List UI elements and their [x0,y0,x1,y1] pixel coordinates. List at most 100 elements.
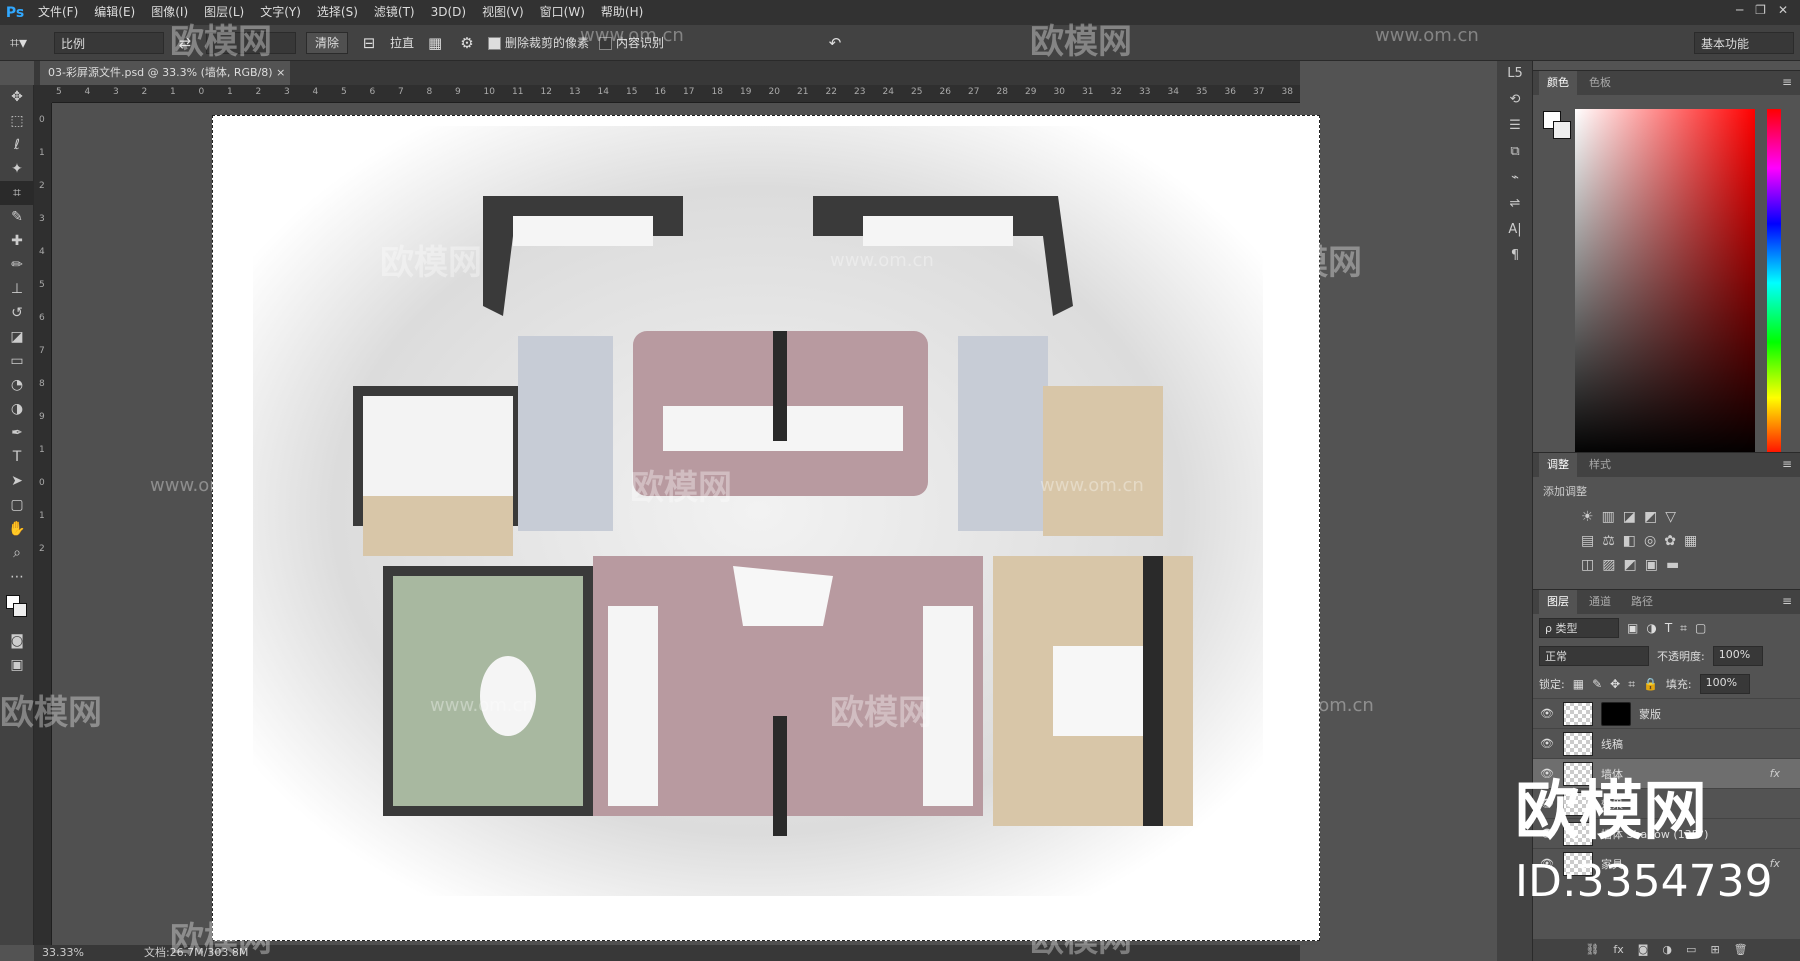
minimize-icon[interactable]: ─ [1736,0,1743,20]
blend-mode-select[interactable]: 正常 [1539,646,1649,666]
fill-input[interactable]: 100% [1699,674,1750,694]
quick-mask-icon[interactable]: ◙ [0,629,34,653]
crop-height-input[interactable] [206,31,296,54]
menu-window[interactable]: 窗口(W) [532,0,593,25]
tab-paths[interactable]: 路径 [1623,590,1661,614]
layer-kind-filter[interactable]: ρ 类型 [1539,618,1619,638]
checkbox-checked-icon[interactable] [488,37,502,50]
document-canvas[interactable] [212,115,1320,941]
lock-brush-icon[interactable]: ✎ [1592,677,1602,691]
properties-icon[interactable]: ☰ [1497,113,1533,139]
add-style-icon[interactable]: fx [1613,939,1623,961]
color-spectrum[interactable] [1575,109,1755,457]
swap-icon[interactable]: ⇄ [174,32,196,54]
type-tool-icon[interactable]: T [0,445,34,469]
zoom-level[interactable]: 33.33% [42,945,84,961]
background-color-swatch[interactable] [13,603,27,617]
path-select-tool-icon[interactable]: ➤ [0,469,34,493]
filter-adjust-icon[interactable]: ◑ [1646,621,1656,635]
eyedropper-tool-icon[interactable]: ✎ [0,205,34,229]
pen-tool-icon[interactable]: ✒ [0,421,34,445]
menu-filter[interactable]: 滤镜(T) [366,0,423,25]
gradient-map-icon[interactable]: ▬ [1666,557,1679,573]
workspace-select[interactable]: 基本功能 [1694,31,1794,54]
content-aware-checkbox[interactable]: 内容识别 [599,34,664,51]
crop-tool-icon[interactable]: ⌗ [0,181,34,205]
grid-overlay-icon[interactable]: ▦ [424,32,446,54]
stamp-tool-icon[interactable]: ⊥ [0,277,34,301]
blur-tool-icon[interactable]: ◔ [0,373,34,397]
eye-icon[interactable]: 👁 [1539,737,1555,750]
threshold-icon[interactable]: ◩ [1623,557,1636,573]
zoom-tool-icon[interactable]: ⌕ [0,541,34,565]
curves-icon[interactable]: ◪ [1623,509,1636,525]
more-tools-icon[interactable]: ⋯ [0,565,34,589]
lock-pixels-icon[interactable]: ▦ [1573,677,1584,691]
filter-smart-icon[interactable]: ▢ [1695,621,1706,635]
move-tool-icon[interactable]: ✥ [0,85,34,109]
delete-cropped-checkbox[interactable]: 删除裁剪的像素 [488,34,589,51]
posterize-icon[interactable]: ▨ [1602,557,1615,573]
menu-layer[interactable]: 图层(L) [196,0,252,25]
fx-badge[interactable]: fx [1770,767,1780,780]
close-icon[interactable]: ✕ [1778,0,1788,20]
dodge-tool-icon[interactable]: ◑ [0,397,34,421]
tab-channels[interactable]: 通道 [1581,590,1619,614]
hue-slider[interactable] [1767,109,1781,457]
tab-close-icon[interactable]: × [276,66,285,79]
menu-help[interactable]: 帮助(H) [593,0,651,25]
layer-row[interactable]: 👁 蒙版 [1533,698,1800,728]
menu-view[interactable]: 视图(V) [474,0,532,25]
channel-mixer-icon[interactable]: ✿ [1664,533,1676,549]
lasso-tool-icon[interactable]: ℓ [0,133,34,157]
marquee-tool-icon[interactable]: ⬚ [0,109,34,133]
history-icon[interactable]: L5 [1497,61,1533,87]
add-mask-icon[interactable]: ◙ [1638,939,1649,961]
photo-filter-icon[interactable]: ◎ [1644,533,1656,549]
straighten-icon[interactable]: ⊟ [358,32,380,54]
tab-color[interactable]: 颜色 [1539,71,1577,95]
selective-color-icon[interactable]: ▣ [1645,557,1658,573]
paragraph-icon[interactable]: ¶ [1497,243,1533,269]
lock-move-icon[interactable]: ✥ [1610,677,1620,691]
menu-select[interactable]: 选择(S) [309,0,366,25]
brightness-icon[interactable]: ☀ [1581,509,1594,525]
crop-tool-preset-icon[interactable]: ⌗▾ [10,31,44,55]
vibrance-icon[interactable]: ▽ [1665,509,1676,525]
exposure-icon[interactable]: ◩ [1644,509,1657,525]
crop-ratio-select[interactable]: 比例 [54,31,164,54]
menu-type[interactable]: 文字(Y) [252,0,309,25]
black-white-icon[interactable]: ◧ [1623,533,1636,549]
gradient-tool-icon[interactable]: ▭ [0,349,34,373]
hand-tool-icon[interactable]: ✋ [0,517,34,541]
filter-shape-icon[interactable]: ⌗ [1680,621,1687,636]
character-icon[interactable]: A| [1497,217,1533,243]
menu-image[interactable]: 图像(I) [143,0,196,25]
eraser-tool-icon[interactable]: ◪ [0,325,34,349]
checkbox-unchecked-icon[interactable] [599,37,613,50]
healing-tool-icon[interactable]: ✚ [0,229,34,253]
eye-icon[interactable]: 👁 [1539,707,1555,720]
clear-button[interactable]: 清除 [306,31,349,54]
filter-pixel-icon[interactable]: ▣ [1627,621,1638,635]
panel-menu-icon[interactable]: ≡ [1782,594,1792,608]
hue-saturation-icon[interactable]: ▤ [1581,533,1594,549]
lock-all-icon[interactable]: 🔒 [1643,677,1658,691]
tab-layers[interactable]: 图层 [1539,590,1577,614]
invert-icon[interactable]: ◫ [1581,557,1594,573]
panel-menu-icon[interactable]: ≡ [1782,457,1792,471]
layer-row[interactable]: 👁 线稿 [1533,728,1800,758]
filter-type-icon[interactable]: T [1665,621,1672,635]
color-lookup-icon[interactable]: ▦ [1684,533,1697,549]
link-layers-icon[interactable]: ⛓ [1585,939,1599,961]
new-group-icon[interactable]: ▭ [1686,939,1696,961]
menu-file[interactable]: 文件(F) [30,0,86,25]
tab-swatches[interactable]: 色板 [1581,71,1619,95]
gear-icon[interactable]: ⚙ [456,32,478,54]
clone-source-icon[interactable]: ⧉ [1497,139,1533,165]
shape-tool-icon[interactable]: ▢ [0,493,34,517]
new-layer-icon[interactable]: ⊞ [1710,939,1719,961]
restore-icon[interactable]: ❐ [1755,0,1766,20]
new-adjustment-icon[interactable]: ◑ [1662,939,1672,961]
screen-mode-icon[interactable]: ▣ [0,653,34,677]
